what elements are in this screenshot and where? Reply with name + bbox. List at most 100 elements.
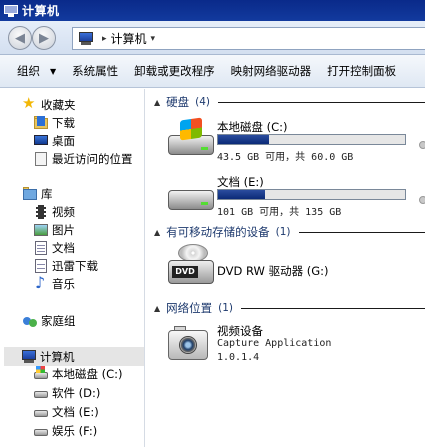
sidebar-item-label: 娱乐 (F:) [52, 424, 98, 438]
documents-library-icon [33, 240, 49, 256]
sidebar-item-label: 图片 [52, 223, 75, 237]
drive-tile-c[interactable]: 本地磁盘 (C:) 43.5 GB 可用，共 60.0 GB [146, 117, 425, 163]
dvd-badge: DVD [172, 266, 198, 278]
sidebar-item-label: 库 [41, 187, 53, 201]
sidebar-item-documents[interactable]: 文档 [33, 240, 75, 256]
dvd-drive-tile[interactable]: DVD DVD RW 驱动器 (G:) [146, 244, 425, 288]
sidebar-item-favorites[interactable]: 收藏夹 [22, 94, 76, 113]
dvd-drive-icon: DVD [168, 244, 214, 288]
more-indicator-icon [419, 196, 425, 204]
computer-icon [78, 31, 94, 46]
group-label: 硬盘 [166, 95, 190, 109]
pictures-library-icon [33, 222, 49, 238]
breadcrumb-computer[interactable]: 计算机 [111, 30, 147, 47]
drive-capacity: 101 GB 可用，共 135 GB [217, 207, 342, 218]
breadcrumb-separator[interactable]: ▸ [102, 34, 107, 44]
drive-capacity: 43.5 GB 可用，共 60.0 GB [217, 152, 354, 163]
organize-label: 组织 [17, 64, 40, 78]
thunder-download-icon [33, 258, 49, 274]
drive-icon [33, 366, 49, 382]
content-pane: ▲ 硬盘 (4) 本地磁盘 (C:) 43.5 GB 可用，共 60.0 GB … [146, 89, 425, 447]
chevron-down-icon[interactable]: ▾ [151, 34, 156, 44]
recent-places-icon [33, 151, 49, 167]
drive-name: 本地磁盘 (C:) [217, 120, 288, 134]
drive-icon [33, 404, 49, 420]
usage-bar [217, 134, 406, 145]
device-version: 1.0.1.4 [217, 352, 260, 363]
sidebar-item-label: 视频 [52, 205, 75, 219]
star-icon [22, 94, 38, 113]
usage-bar [217, 189, 406, 200]
more-indicator-icon [419, 141, 425, 149]
video-device-tile[interactable]: 视频设备 Capture Application 1.0.1.4 [146, 321, 425, 367]
group-label: 有可移动存储的设备 [166, 225, 270, 239]
title-bar: 计算机 [0, 0, 425, 21]
address-field[interactable]: ▸ 计算机 ▾ [72, 27, 425, 50]
sidebar-item-drive-c[interactable]: 本地磁盘 (C:) [33, 366, 123, 382]
system-properties-button[interactable]: 系统属性 [64, 63, 126, 79]
computer-icon [4, 4, 18, 17]
group-count: (1) [218, 302, 234, 314]
drive-tile-e[interactable]: 文档 (E:) 101 GB 可用，共 135 GB [146, 172, 425, 218]
sidebar-item-label: 桌面 [52, 134, 75, 148]
camera-icon [168, 324, 210, 362]
sidebar-item-label: 软件 (D:) [52, 386, 101, 400]
sidebar-item-pictures[interactable]: 图片 [33, 222, 75, 238]
sidebar-item-drive-e[interactable]: 文档 (E:) [33, 404, 99, 420]
collapse-triangle-icon[interactable]: ▲ [154, 98, 160, 107]
sidebar-item-label: 文档 [52, 241, 75, 255]
drive-icon [168, 172, 214, 216]
device-description: Capture Application [217, 338, 332, 349]
drive-name: DVD RW 驱动器 (G:) [217, 264, 329, 278]
sidebar-item-drive-d[interactable]: 软件 (D:) [33, 385, 100, 401]
navigation-pane: 收藏夹 下载 桌面 最近访问的位置 库 视频 图片 文档 迅雷下载 音乐 家庭组 [0, 89, 145, 447]
drive-icon [33, 423, 49, 439]
sidebar-item-music[interactable]: 音乐 [33, 273, 75, 292]
group-count: (1) [275, 226, 291, 238]
collapse-triangle-icon[interactable]: ▲ [154, 228, 160, 237]
sidebar-item-recent[interactable]: 最近访问的位置 [33, 151, 133, 167]
collapse-triangle-icon[interactable]: ▲ [154, 304, 160, 313]
sidebar-item-label: 本地磁盘 (C:) [52, 367, 123, 381]
chevron-down-icon: ▼ [50, 66, 57, 76]
group-divider [241, 307, 425, 309]
group-header-removable[interactable]: ▲ 有可移动存储的设备 (1) [154, 224, 425, 240]
forward-button[interactable]: ▶ [32, 26, 56, 50]
window-title: 计算机 [22, 4, 60, 18]
organize-button[interactable]: 组织 ▼ [0, 63, 64, 79]
group-header-harddisks[interactable]: ▲ 硬盘 (4) [154, 94, 425, 110]
sidebar-item-label: 文档 (E:) [52, 405, 99, 419]
device-name: 视频设备 [217, 324, 263, 338]
sidebar-item-video[interactable]: 视频 [33, 204, 75, 220]
group-divider [298, 231, 425, 233]
sidebar-item-libraries[interactable]: 库 [22, 186, 53, 202]
group-label: 网络位置 [166, 301, 213, 315]
group-header-network[interactable]: ▲ 网络位置 (1) [154, 300, 425, 316]
address-bar: ◀ ▶ ▸ 计算机 ▾ [0, 21, 425, 55]
sidebar-item-downloads[interactable]: 下载 [33, 115, 75, 131]
usage-bar-fill [218, 190, 265, 199]
sidebar-item-computer[interactable]: 计算机 [4, 347, 144, 366]
sidebar-item-drive-f[interactable]: 娱乐 (F:) [33, 423, 97, 439]
sidebar-item-desktop[interactable]: 桌面 [33, 133, 75, 149]
sidebar-item-label: 迅雷下载 [52, 259, 98, 273]
drive-name: 文档 (E:) [217, 175, 264, 189]
sidebar-item-label: 计算机 [40, 349, 75, 364]
computer-icon [21, 349, 37, 365]
group-count: (4) [195, 96, 211, 108]
uninstall-program-button[interactable]: 卸载或更改程序 [126, 63, 223, 79]
command-bar: 组织 ▼ 系统属性 卸载或更改程序 映射网络驱动器 打开控制面板 [0, 55, 425, 88]
map-network-drive-button[interactable]: 映射网络驱动器 [223, 63, 320, 79]
forward-arrow-icon: ▶ [39, 30, 49, 46]
open-control-panel-button[interactable]: 打开控制面板 [319, 63, 404, 79]
sidebar-item-label: 最近访问的位置 [52, 152, 133, 166]
music-library-icon [33, 273, 49, 292]
sidebar-item-label: 家庭组 [41, 314, 76, 328]
sidebar-item-thunder[interactable]: 迅雷下载 [33, 258, 98, 274]
back-button[interactable]: ◀ [8, 26, 32, 50]
sidebar-item-homegroup[interactable]: 家庭组 [22, 313, 76, 329]
sidebar-item-label: 音乐 [52, 277, 75, 291]
sidebar-item-label: 下载 [52, 116, 75, 130]
drive-icon [33, 385, 49, 401]
download-folder-icon [33, 115, 49, 131]
